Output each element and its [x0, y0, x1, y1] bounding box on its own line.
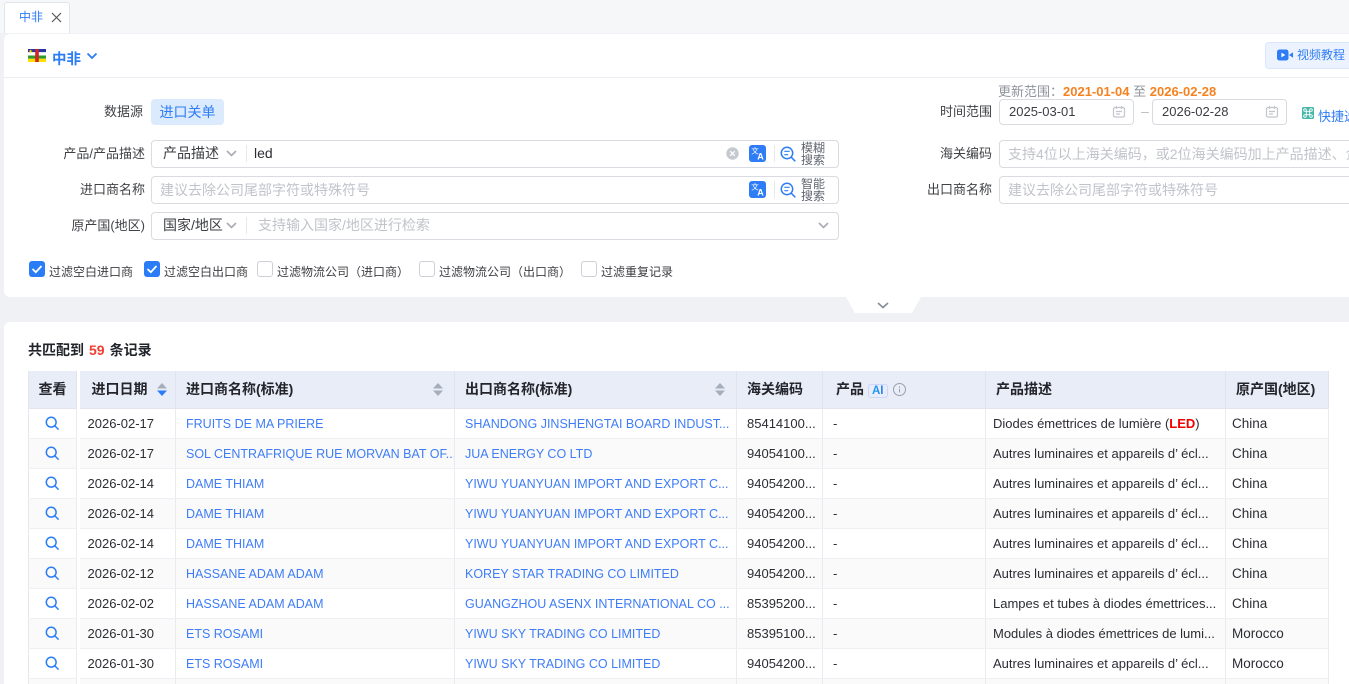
svg-text:A: A — [757, 187, 764, 197]
svg-text:A: A — [757, 151, 764, 161]
